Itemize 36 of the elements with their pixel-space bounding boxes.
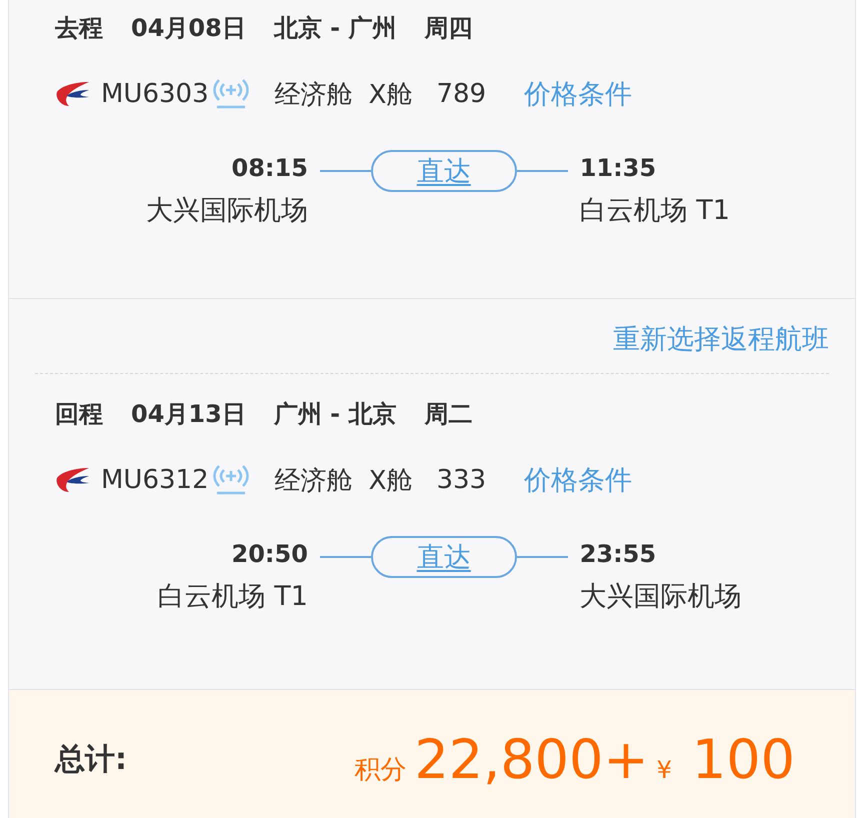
- reselect-return-link[interactable]: 重新选择返程航班: [613, 321, 829, 357]
- arrival-airport: 白云机场 T1: [580, 194, 730, 228]
- arrival-time: 23:55: [580, 539, 656, 570]
- cabin-type: 经济舱: [274, 78, 353, 112]
- flight-date: 04月13日: [131, 399, 246, 430]
- flight-route: 北京 - 广州: [274, 13, 396, 44]
- departure-time: 08:15: [232, 153, 308, 184]
- fare-price: 789: [436, 79, 486, 109]
- fare-price: 333: [436, 465, 486, 495]
- flight-weekday: 周二: [424, 399, 472, 430]
- airline-logo-icon: [55, 466, 91, 494]
- departure-airport: 大兴国际机场: [146, 194, 308, 228]
- direct-flight-badge[interactable]: 直达: [370, 150, 517, 192]
- cash-amount: 100: [692, 728, 795, 790]
- leg-label: 去程: [55, 13, 103, 44]
- flight-date: 04月08日: [131, 13, 246, 44]
- currency-symbol: ¥: [656, 756, 672, 784]
- flight-route: 广州 - 北京: [274, 399, 396, 430]
- fare-terms-link[interactable]: 价格条件: [524, 76, 632, 112]
- total-label: 总计:: [55, 740, 127, 778]
- arrival-time: 11:35: [580, 153, 656, 184]
- flight-number: MU6312: [101, 465, 209, 495]
- leg-label: 回程: [55, 399, 103, 430]
- cabin-type: 经济舱: [274, 464, 353, 498]
- departure-time: 20:50: [232, 539, 308, 570]
- flight-weekday: 周四: [424, 13, 472, 44]
- flight-number: MU6303: [101, 79, 209, 109]
- airline-logo-icon: [55, 80, 91, 108]
- departure-airport: 白云机场 T1: [158, 580, 308, 614]
- points-label: 积分: [354, 754, 406, 786]
- points-amount: 22,800+: [414, 728, 649, 790]
- cabin-class: X舱: [368, 464, 412, 498]
- arrival-airport: 大兴国际机场: [580, 580, 742, 614]
- direct-flight-badge[interactable]: 直达: [370, 536, 517, 578]
- fare-terms-link[interactable]: 价格条件: [524, 462, 632, 498]
- cabin-class: X舱: [368, 78, 412, 112]
